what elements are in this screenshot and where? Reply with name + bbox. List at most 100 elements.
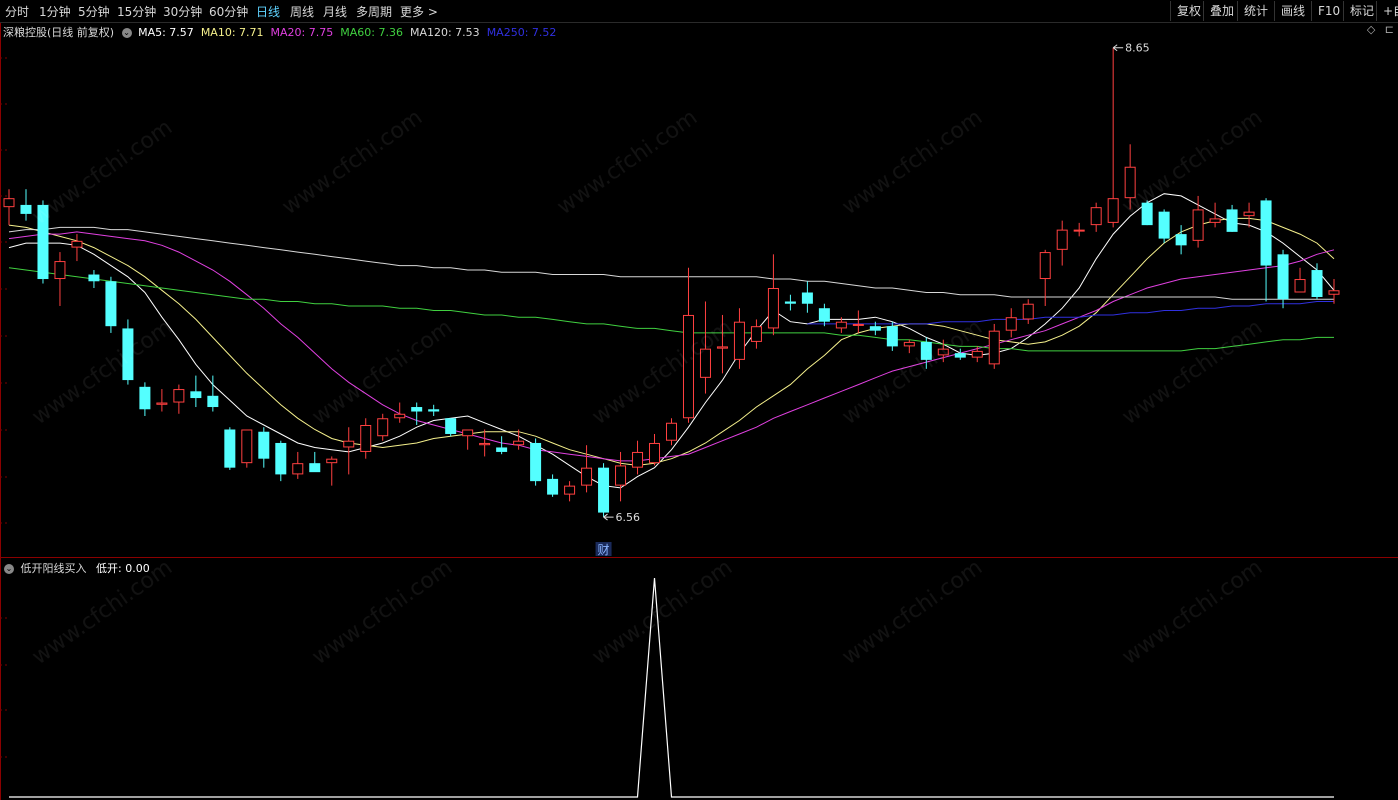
toolbar-button-1[interactable]: 叠加 — [1203, 1, 1237, 21]
ma-legend-item-5: MA250: 7.52 — [486, 26, 557, 39]
candle-body-40 — [682, 314, 694, 419]
candle-body-47 — [801, 292, 813, 304]
candle-body-37 — [632, 451, 644, 468]
candle-body-24 — [411, 407, 423, 412]
tab-7[interactable]: 周线 — [290, 3, 314, 20]
candle-body-7 — [122, 328, 134, 381]
candle-body-60 — [1022, 303, 1034, 320]
candle-body-13 — [224, 429, 236, 468]
candle-body-38 — [649, 442, 661, 464]
expand-icon[interactable]: ⊏ — [1385, 23, 1394, 36]
candle-body-52 — [886, 326, 898, 347]
candle-body-67 — [1141, 202, 1153, 226]
candle-body-63 — [1073, 229, 1085, 232]
diamond-icon[interactable]: ◇ — [1367, 23, 1375, 36]
candle-body-16 — [275, 442, 287, 475]
candle-body-8 — [139, 386, 151, 410]
candle-body-11 — [190, 391, 202, 399]
event-marker-label[interactable]: 财 — [598, 543, 610, 557]
toolbar-button-0[interactable]: 复权 — [1170, 1, 1203, 21]
candle-body-2 — [37, 204, 49, 280]
candle-body-10 — [173, 389, 185, 403]
candle-body-77 — [1311, 270, 1323, 297]
candle-body-30 — [513, 440, 525, 446]
candle-body-27 — [462, 429, 474, 437]
indicator-value: 低开: 0.00 — [96, 562, 150, 575]
candle-body-55 — [937, 348, 949, 356]
candle-body-69 — [1175, 234, 1187, 246]
toolbar-button-6[interactable]: +自 — [1376, 1, 1398, 21]
indicator-collapse-icon[interactable]: ⌄ — [4, 564, 14, 574]
candle-body-46 — [784, 301, 796, 304]
candle-body-61 — [1039, 252, 1051, 280]
toolbar-button-4[interactable]: F10 — [1311, 1, 1343, 21]
tab-9[interactable]: 多周期 — [356, 3, 392, 20]
candle-body-43 — [733, 321, 745, 360]
candle-body-50 — [852, 323, 864, 326]
tab-4[interactable]: 30分钟 — [163, 3, 202, 20]
tab-8[interactable]: 月线 — [323, 3, 347, 20]
candle-body-33 — [564, 485, 576, 495]
candle-body-74 — [1260, 200, 1272, 266]
candle-body-57 — [971, 350, 983, 358]
candle-body-56 — [954, 353, 966, 358]
candle-body-9 — [156, 402, 168, 405]
candle-body-45 — [767, 288, 779, 329]
candle-body-62 — [1056, 229, 1068, 250]
candle-body-6 — [105, 281, 117, 327]
toolbar-button-3[interactable]: 画线 — [1274, 1, 1311, 21]
tab-5[interactable]: 60分钟 — [209, 3, 248, 20]
candle-body-25 — [428, 409, 440, 412]
indicator-title: 低开阳线买入 — [20, 562, 87, 575]
candle-body-4 — [71, 240, 83, 248]
candle-body-15 — [258, 431, 270, 459]
tab-1[interactable]: 1分钟 — [39, 3, 71, 20]
candle-body-18 — [309, 463, 321, 473]
ma-line-ma60 — [8, 267, 1334, 352]
candle-body-59 — [1005, 317, 1017, 331]
candle-body-42 — [716, 346, 728, 349]
tab-6[interactable]: 日线 — [256, 3, 280, 20]
candle-body-12 — [207, 395, 219, 408]
candle-body-26 — [445, 418, 457, 434]
legend-title: 深粮控股(日线 前复权) — [3, 26, 115, 39]
candle-body-54 — [920, 341, 932, 360]
candle-body-76 — [1294, 279, 1306, 293]
tab-10[interactable]: 更多 > — [400, 3, 438, 20]
low-price-label: 6.56 — [616, 511, 641, 524]
ma-legend-item-1: MA10: 7.71 — [200, 26, 264, 39]
candle-body-23 — [394, 413, 406, 419]
candle-body-36 — [615, 465, 627, 486]
candle-body-1 — [20, 204, 32, 214]
indicator-line — [9, 577, 1334, 798]
candle-body-48 — [818, 308, 830, 322]
candle-body-22 — [377, 418, 389, 437]
ma-legend-item-2: MA20: 7.75 — [270, 26, 334, 39]
candle-body-35 — [598, 467, 610, 513]
toolbar-button-5[interactable]: 标记 — [1343, 1, 1376, 21]
toolbar-button-2[interactable]: 统计 — [1237, 1, 1274, 21]
candle-body-29 — [496, 447, 508, 452]
candle-body-3 — [54, 261, 66, 280]
tab-2[interactable]: 5分钟 — [78, 3, 110, 20]
settings-circle-icon[interactable]: ⌄ — [121, 28, 132, 38]
candle-body-72 — [1226, 209, 1238, 232]
candle-body-53 — [903, 341, 915, 347]
candle-body-49 — [835, 321, 847, 329]
ma-legend-item-4: MA120: 7.53 — [409, 26, 480, 39]
tab-3[interactable]: 15分钟 — [117, 3, 156, 20]
candle-body-34 — [581, 467, 593, 486]
ma-legend-item-0: MA5: 7.57 — [138, 26, 194, 39]
kline-chart[interactable]: 8.65 6.56 财 — [0, 0, 1398, 800]
period-toolbar: 分时 1分钟 5分钟 15分钟 30分钟 60分钟 日线 周线 月线 多周期 更多 > 复权 叠加 统计画… — [0, 0, 1398, 23]
ma-line-ma120 — [8, 226, 1334, 300]
low-arrow-icon — [603, 513, 614, 521]
candle-body-41 — [699, 348, 711, 378]
candle-body-70 — [1192, 209, 1204, 241]
candle-body-17 — [292, 463, 304, 475]
candle-body-32 — [547, 478, 559, 495]
chart-corner-icons[interactable]: ◇ ⊏ — [1367, 23, 1394, 36]
tab-0[interactable]: 分时 — [5, 3, 29, 20]
candle-body-51 — [869, 326, 881, 331]
high-price-label: 8.65 — [1125, 42, 1150, 55]
